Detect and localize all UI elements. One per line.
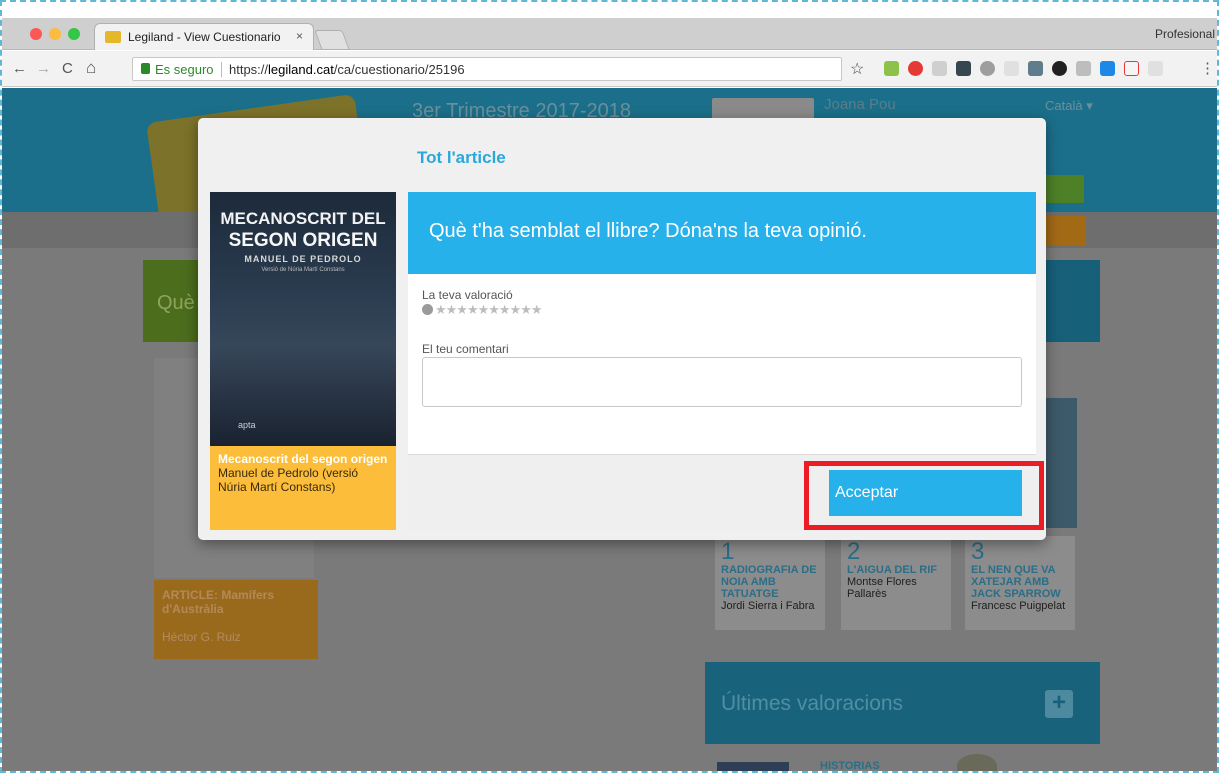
book-caption: Mecanoscrit del segon origen Manuel de P… [210,446,396,530]
extension-m-icon[interactable] [1004,61,1019,76]
left-article-title: ARTICLE: Mamífers d'Austràlia [162,588,275,616]
extension-leaf-icon[interactable] [1052,61,1067,76]
browser-toolbar: ← → C ⌂ Es seguro https://legiland.cat/c… [2,51,1217,87]
screenshot-frame: Legiland - View Cuestionario × Profesion… [0,0,1219,773]
extension-cast-icon[interactable] [1148,61,1163,76]
opinion-header: Què t'ha semblat el llibre? Dóna'ns la t… [408,192,1036,274]
browser-tab-active[interactable]: Legiland - View Cuestionario × [94,23,314,50]
ranking-title: EL NEN QUE VA XATEJAR AMB JACK SPARROW [971,564,1061,600]
tab-close-icon[interactable]: × [296,29,303,43]
star-rating[interactable]: ★★★★★★★★★★ [422,302,543,318]
right-book-image[interactable] [1045,398,1077,528]
secure-label: Es seguro [155,62,214,77]
extension-box-icon[interactable] [1028,61,1043,76]
historias-image [957,754,997,771]
ranking-title: RADIOGRAFIA DE NOIA AMB TATUATGE [721,564,817,600]
historias-book-cover[interactable] [717,762,789,771]
extension-pen-icon[interactable] [884,61,899,76]
minimize-window-icon[interactable] [49,28,61,40]
right-section-header [1042,260,1100,342]
add-rating-icon[interactable]: + [1045,690,1073,718]
book-cover: MECANOSCRIT DEL SEGON ORIGEN MANUEL DE P… [210,192,396,530]
new-tab-button[interactable] [314,30,350,50]
cover-title-line1: MECANOSCRIT DEL [220,209,386,228]
address-separator [221,62,222,77]
book-author: Manuel de Pedrolo (versió Núria Martí Co… [218,466,359,494]
url-path: /ca/cuestionario/25196 [333,62,465,77]
latest-ratings-panel: Últimes valoracions + [705,662,1100,744]
ranking-book-3[interactable]: 3 EL NEN QUE VA XATEJAR AMB JACK SPARROW… [965,536,1075,630]
extension-pdf-icon[interactable] [1124,61,1139,76]
extension-cloud-icon[interactable] [932,61,947,76]
cover-author: MANUEL DE PEDROLO [244,254,362,264]
user-name[interactable]: Joana Pou [824,96,896,113]
browser-tab-bar: Legiland - View Cuestionario × Profesion… [2,18,1217,50]
url-prefix: https:// [229,62,269,77]
cancel-rating-icon[interactable] [422,304,433,315]
ranking-number: 3 [971,538,985,565]
accept-button[interactable]: Acceptar [829,470,1022,516]
rating-label: La teva valoració [422,288,513,302]
ranking-books: 1 RADIOGRAFIA DE NOIA AMB TATUATGE Jordi… [715,536,1095,641]
left-article-author: Héctor G. Ruiz [162,630,241,644]
url-domain: legiland.cat [268,62,334,77]
comment-label: El teu comentari [422,342,509,356]
extension-opera-icon[interactable] [908,61,923,76]
forward-icon[interactable]: → [36,60,51,77]
tab-title: Legiland - View Cuestionario [128,30,281,44]
rating-stars[interactable]: ★★★★★★★★★★ [435,302,543,317]
nav-orange-dropdown[interactable] [1042,216,1086,246]
comment-textarea[interactable] [422,357,1022,407]
ranking-book-1[interactable]: 1 RADIOGRAFIA DE NOIA AMB TATUATGE Jordi… [715,536,825,630]
browser-menu-icon[interactable]: ⋮ [1200,59,1215,77]
ranking-number: 1 [721,538,735,565]
book-title: Mecanoscrit del segon origen [218,452,388,466]
url-text: https://legiland.cat/ca/cuestionario/251… [229,62,465,77]
home-icon[interactable]: ⌂ [86,58,96,78]
extension-eye-icon[interactable] [980,61,995,76]
book-cover-image: MECANOSCRIT DEL SEGON ORIGEN MANUEL DE P… [210,192,396,446]
profile-label[interactable]: Profesional [1155,27,1215,41]
cover-title-line2: SEGON ORIGEN [228,230,378,251]
extension-arrow-icon[interactable] [1100,61,1115,76]
bookmark-star-icon[interactable]: ☆ [850,59,864,79]
left-article-card[interactable]: ARTICLE: Mamífers d'Austràlia Héctor G. … [154,580,318,659]
header-green-button[interactable] [1042,175,1084,203]
back-icon[interactable]: ← [12,60,27,77]
ranking-author: Jordi Sierra i Fabra [721,600,815,612]
left-section-heading: Què [157,292,195,314]
ranking-title: L'AIGUA DEL RIF [847,564,938,576]
ranking-author: Montse Flores Pallarès [847,576,917,600]
historias-title[interactable]: HISTORIAS [820,760,880,771]
language-dropdown[interactable]: Català ▾ [1045,98,1093,114]
modal-title: Tot l'article [417,148,506,167]
extension-inbox-icon[interactable] [1076,61,1091,76]
latest-ratings-title: Últimes valoracions [721,692,904,715]
ranking-book-2[interactable]: 2 L'AIGUA DEL RIF Montse Flores Pallarès [841,536,951,630]
cover-publisher-logo: apta [238,420,256,430]
left-section-header: Què [143,260,203,342]
extension-paint-icon[interactable] [956,61,971,76]
lock-icon [141,63,150,74]
favicon-icon [105,31,121,43]
ranking-author: Francesc Puigpelat [971,600,1066,612]
address-bar[interactable]: Es seguro https://legiland.cat/ca/cuesti… [132,57,842,81]
ranking-number: 2 [847,538,861,565]
maximize-window-icon[interactable] [68,28,80,40]
reload-icon[interactable]: C [62,60,73,77]
cover-version: Versió de Núria Martí Constans [261,267,345,273]
close-window-icon[interactable] [30,28,42,40]
opinion-question: Què t'ha semblat el llibre? Dóna'ns la t… [429,220,867,242]
